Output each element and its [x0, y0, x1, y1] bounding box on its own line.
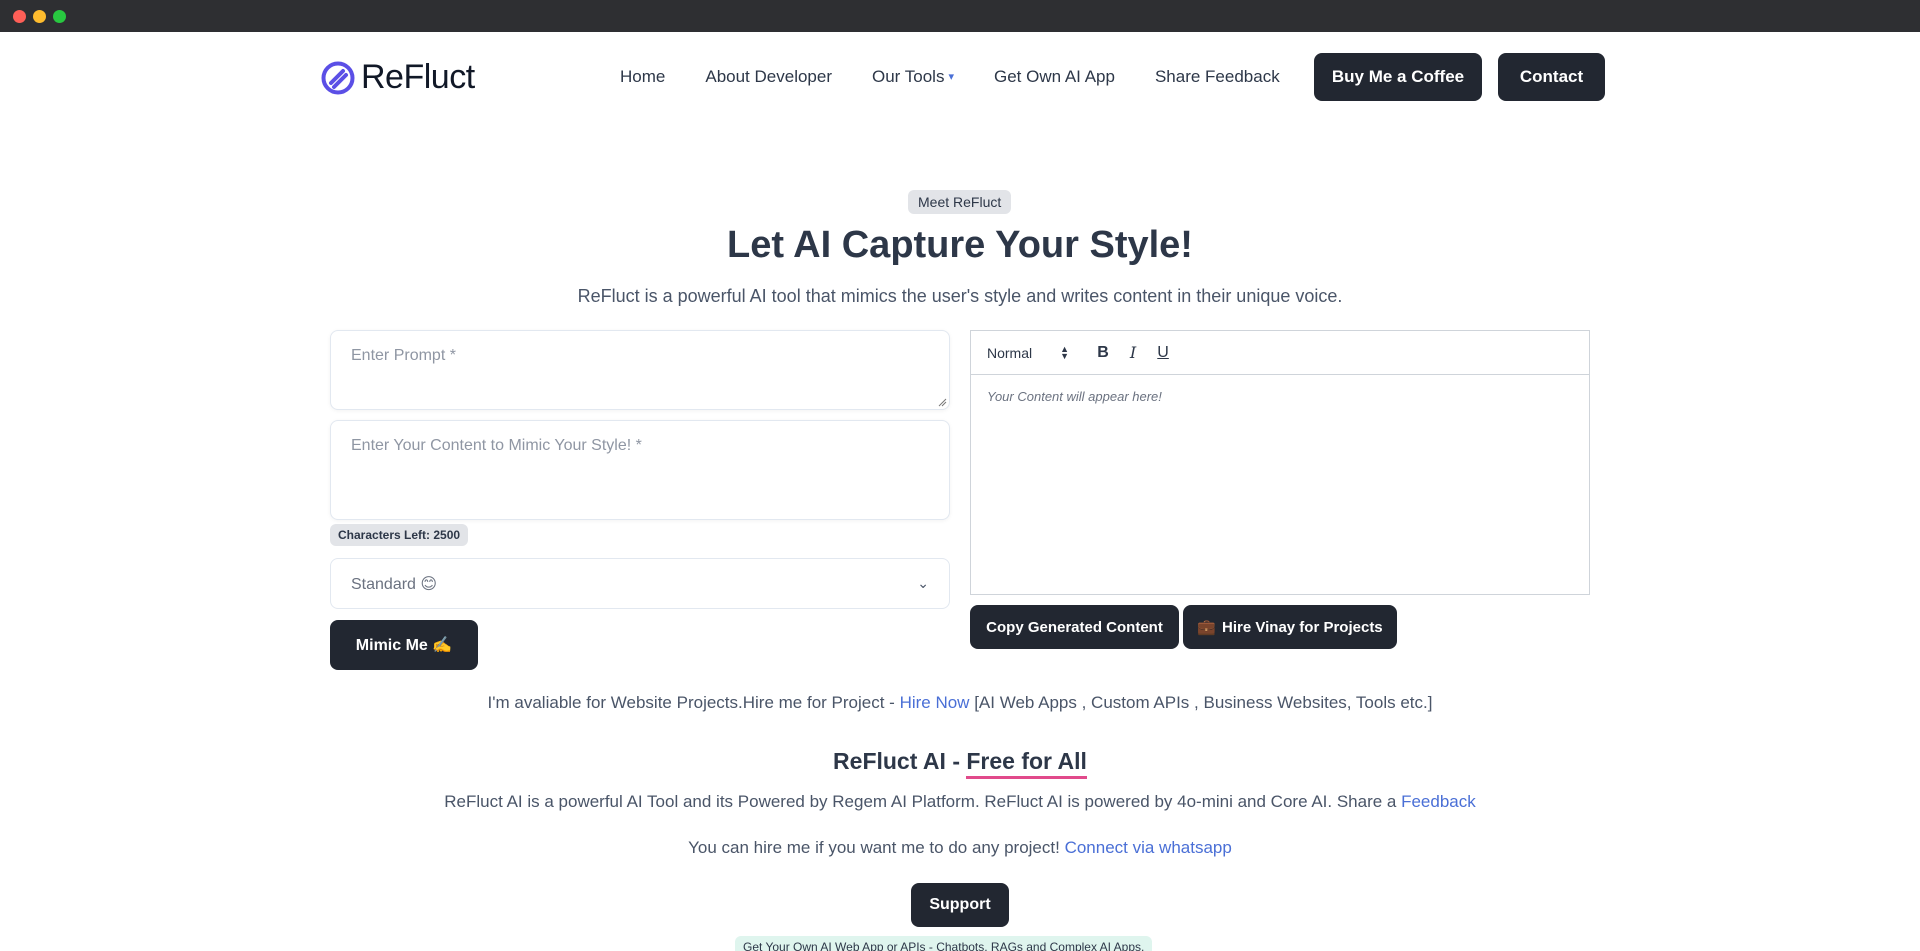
tone-select[interactable]: Standard 😊 ⌄ [330, 558, 950, 609]
contact-button[interactable]: Contact [1498, 53, 1605, 101]
brand-logo[interactable]: ReFluct [321, 58, 475, 97]
availability-text: I'm avaliable for Website Projects.Hire … [487, 693, 1433, 712]
chevron-down-icon: ⌄ [917, 575, 929, 591]
main-navigation: Home About Developer Our Tools ▾ Get Own… [620, 52, 1320, 101]
underline-button[interactable]: U [1155, 344, 1171, 362]
refluct-logo-icon [321, 61, 355, 94]
resize-handle-icon[interactable] [937, 397, 947, 407]
close-window-button[interactable] [13, 10, 26, 23]
briefcase-icon: 💼 [1197, 619, 1217, 636]
content-field-wrapper [330, 420, 950, 520]
free-for-all-heading: ReFluct AI - Free for All [0, 748, 1920, 779]
buy-coffee-button[interactable]: Buy Me a Coffee [1314, 53, 1482, 101]
hire-vinay-label: Hire Vinay for Projects [1222, 618, 1383, 636]
output-editor: Normal ▲ ▼ B I U Your Content will appear… [970, 330, 1590, 595]
support-button[interactable]: Support [911, 883, 1009, 927]
format-select[interactable]: Normal ▲ ▼ [987, 343, 1070, 361]
format-selected-value: Normal [987, 344, 1033, 361]
nav-tools-label: Our Tools [872, 66, 945, 86]
whatsapp-link[interactable]: Connect via whatsapp [1065, 838, 1232, 857]
brand-name: ReFluct [361, 58, 475, 96]
characters-left-badge: Characters Left: 2500 [330, 524, 469, 546]
updown-arrows-icon: ▲ ▼ [1060, 343, 1070, 361]
editor-toolbar: Normal ▲ ▼ B I U [971, 331, 1589, 375]
chevron-down-icon: ▾ [948, 71, 954, 83]
window-titlebar [0, 0, 1920, 32]
minimize-window-button[interactable] [33, 10, 46, 23]
free-highlight: Free for All [966, 748, 1087, 779]
promo-badge[interactable]: Get Your Own AI Web App or APIs - Chatbo… [735, 936, 1153, 951]
feedback-link[interactable]: Feedback [1401, 792, 1476, 811]
page-title: Let AI Capture Your Style! [727, 224, 1193, 266]
hero-badge: Meet ReFluct [908, 190, 1012, 214]
nav-feedback-link[interactable]: Share Feedback [1155, 67, 1280, 87]
hire-vinay-button[interactable]: 💼 Hire Vinay for Projects [1183, 605, 1397, 649]
prompt-input[interactable] [331, 331, 949, 409]
maximize-window-button[interactable] [53, 10, 66, 23]
hire-now-link[interactable]: Hire Now [900, 693, 970, 712]
editor-placeholder: Your Content will appear here! [987, 389, 1162, 404]
nav-about-link[interactable]: About Developer [705, 67, 832, 87]
hire-me-text: You can hire me if you want me to do any… [688, 838, 1232, 857]
prompt-field-wrapper [330, 330, 950, 410]
hero-subtitle: ReFluct is a powerful AI tool that mimic… [577, 286, 1343, 306]
italic-button[interactable]: I [1125, 343, 1141, 362]
copy-content-button[interactable]: Copy Generated Content [970, 605, 1179, 649]
mimic-me-button[interactable]: Mimic Me ✍️ [330, 620, 478, 670]
powered-by-text: ReFluct AI is a powerful AI Tool and its… [444, 792, 1476, 811]
tone-selected-value: Standard 😊 [351, 575, 438, 593]
nav-tools-dropdown[interactable]: Our Tools ▾ [872, 67, 954, 87]
nav-own-app-link[interactable]: Get Own AI App [994, 67, 1115, 87]
nav-home-link[interactable]: Home [620, 67, 665, 87]
content-input[interactable] [331, 421, 949, 519]
editor-content-area[interactable]: Your Content will appear here! [971, 375, 1589, 418]
bold-button[interactable]: B [1095, 344, 1111, 362]
